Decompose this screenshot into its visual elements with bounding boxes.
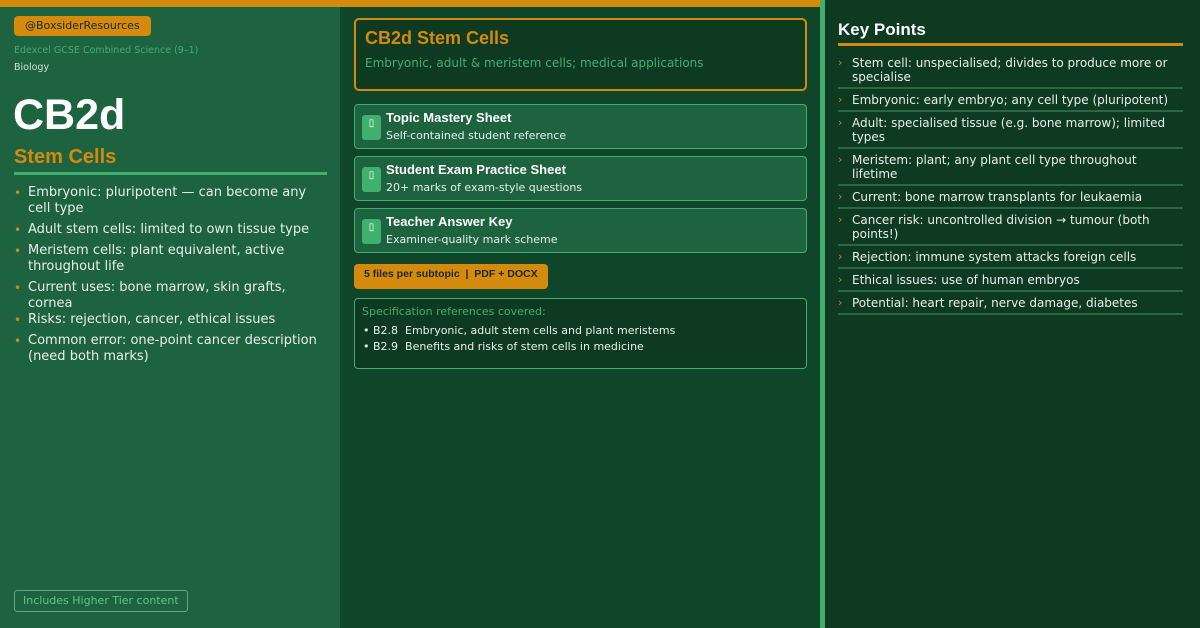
spec-item: • B2.9 Benefits and risks of stem cells … [363,340,644,353]
header-subtitle: Embryonic, adult & meristem cells; medic… [365,56,704,70]
handle-badge[interactable]: @BoxsiderResources [14,16,151,36]
summary-item: • Embryonic: pluripotent — can become any… [14,185,307,216]
key-point-item: › Cancer risk: uncontrolled division → tu… [838,213,1183,246]
summary-list: • Embryonic: pluripotent — can become any… [14,185,324,370]
spec-references-card: Specification references covered: • B2.8… [354,298,807,369]
key-points-list: › Stem cell: unspecialised; divides to pr… [838,56,1183,319]
key-point-item: › Rejection: immune system attacks foreig… [838,250,1183,269]
summary-item: • Meristem cells: plant equivalent, activ… [14,243,285,274]
topic-code: CB2d [13,91,126,139]
resource-title: Student Exam Practice Sheet [386,162,566,177]
key-point-item: › Adult: specialised tissue (e.g. bone ma… [838,116,1183,149]
chevron-right-icon: › [838,93,843,106]
key-points-divider [838,43,1183,46]
document-icon: ▯ [362,115,381,140]
middle-panel: CB2d Stem Cells Embryonic, adult & meris… [340,7,820,628]
document-icon: ▯ [362,219,381,244]
bullet-icon: • [14,281,22,295]
left-panel: @BoxsiderResources Edexcel GCSE Combined… [0,7,340,628]
files-badge: 5 files per subtopic | PDF + DOCX [354,264,548,289]
resource-description: Examiner-quality mark scheme [386,233,558,246]
key-point-item: › Ethical issues: use of human embryos [838,273,1183,292]
header-card: CB2d Stem Cells Embryonic, adult & meris… [354,18,807,91]
resource-description: 20+ marks of exam-style questions [386,181,583,194]
bullet-icon: • [14,334,22,348]
key-points-panel: Key Points › Stem cell: unspecialised; di… [825,0,1200,628]
chevron-right-icon: › [838,190,843,203]
chevron-right-icon: › [838,273,843,286]
key-point-item: › Embryonic: early embryo; any cell type … [838,93,1183,112]
spec-heading: Specification references covered: [362,305,546,318]
spec-item: • B2.8 Embryonic, adult stem cells and p… [363,324,676,337]
chevron-right-icon: › [838,116,843,129]
summary-item: • Risks: rejection, cancer, ethical issue… [14,312,276,327]
resource-card-mastery[interactable]: ▯ Topic Mastery Sheet Self-contained stu… [354,104,807,149]
subject-label: Biology [14,62,50,73]
chevron-right-icon: › [838,296,843,309]
key-point-item: › Potential: heart repair, nerve damage, … [838,296,1183,315]
key-point-item: › Meristem: plant; any plant cell type th… [838,153,1183,186]
key-point-item: › Current: bone marrow transplants for le… [838,190,1183,209]
resource-description: Self-contained student reference [386,129,567,142]
resource-card-answer-key[interactable]: ▯ Teacher Answer Key Examiner-quality ma… [354,208,807,253]
spec-list: • B2.8 Embryonic, adult stem cells and p… [363,323,675,355]
chevron-right-icon: › [838,56,843,69]
exam-board-label: Edexcel GCSE Combined Science (9–1) [14,45,199,56]
top-accent-bar [0,0,820,7]
summary-item: • Adult stem cells: limited to own tissue… [14,222,310,237]
topic-title: Stem Cells [14,146,117,168]
bullet-icon: • [14,223,22,237]
resource-title: Topic Mastery Sheet [386,110,512,125]
bullet-icon: • [14,313,22,327]
key-points-title: Key Points [838,20,926,39]
chevron-right-icon: › [838,153,843,166]
summary-item: • Common error: one-point cancer descript… [14,333,317,364]
bullet-icon: • [14,186,22,200]
document-icon: ▯ [362,167,381,192]
chevron-right-icon: › [838,250,843,263]
resource-card-exam-practice[interactable]: ▯ Student Exam Practice Sheet 20+ marks … [354,156,807,201]
key-point-item: › Stem cell: unspecialised; divides to pr… [838,56,1183,89]
bullet-icon: • [14,244,22,258]
header-title: CB2d Stem Cells [365,28,510,48]
chevron-right-icon: › [838,213,843,226]
title-divider [14,172,327,175]
higher-tier-badge: Includes Higher Tier content [14,590,188,612]
resource-title: Teacher Answer Key [386,214,513,229]
summary-item: • Current uses: bone marrow, skin grafts,… [14,280,286,311]
